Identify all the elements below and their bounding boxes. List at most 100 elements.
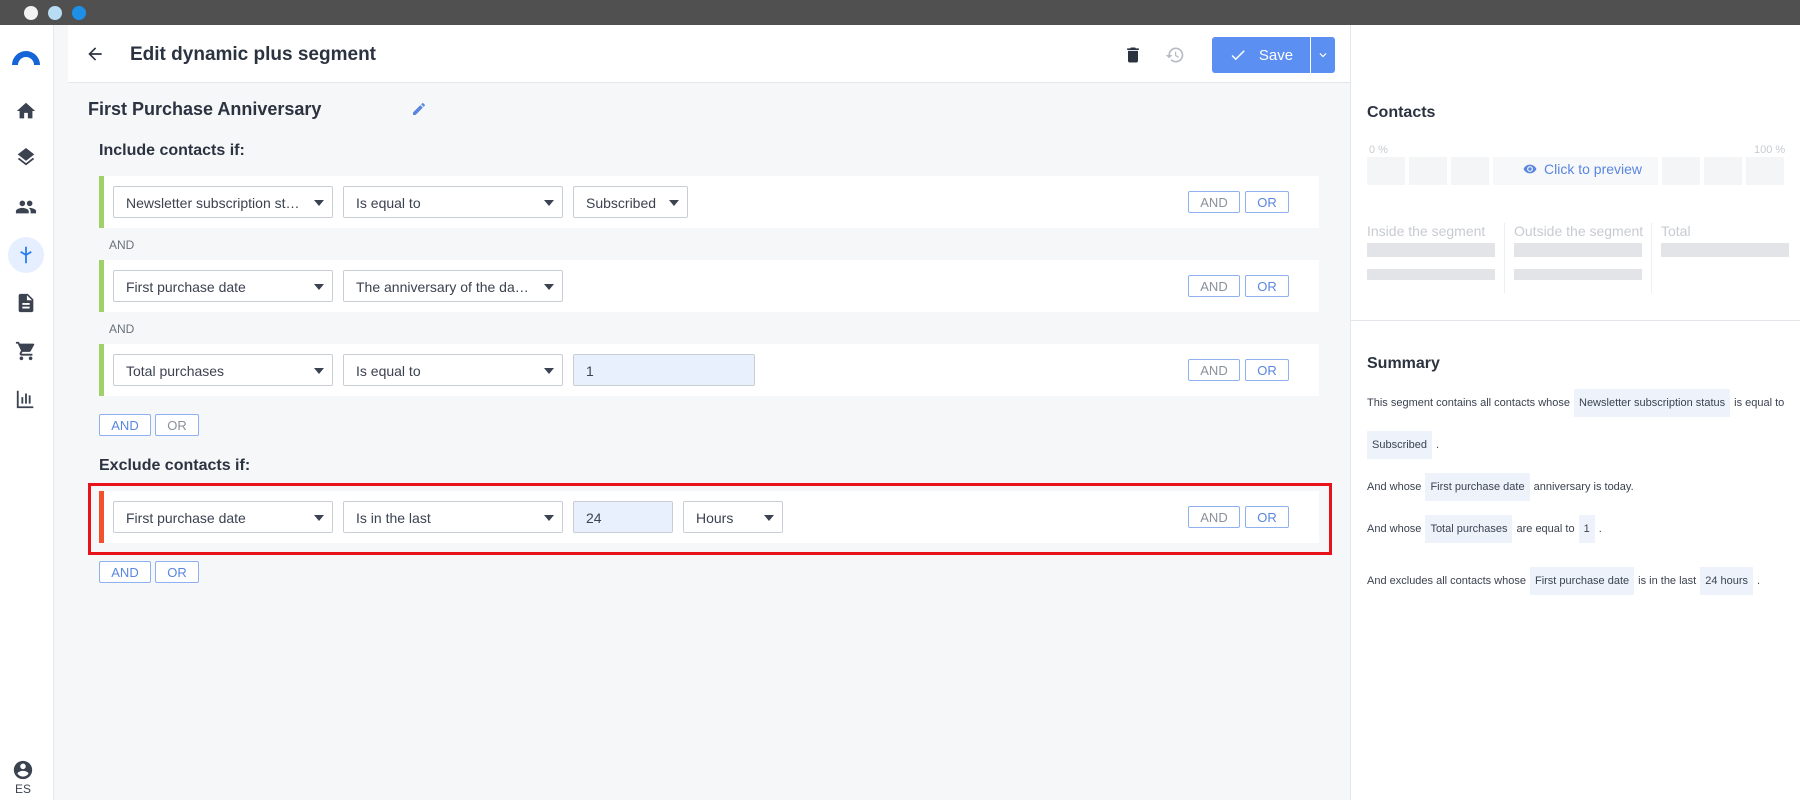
save-label: Save: [1258, 46, 1294, 64]
pencil-icon[interactable]: [408, 98, 430, 120]
summary-text: And whose: [1367, 523, 1422, 535]
summary-chip: 1: [1578, 515, 1595, 543]
save-button[interactable]: Save: [1212, 37, 1310, 73]
summary-text: And whose: [1367, 481, 1422, 493]
caret-down-icon: [544, 368, 554, 374]
divider: [1651, 223, 1652, 293]
summary-chip: Total purchases: [1425, 515, 1513, 543]
field-value: Newsletter subscription status: [126, 195, 312, 211]
summary-line: And whose Total purchases are equal to 1…: [1367, 515, 1602, 543]
click-to-preview-link[interactable]: Click to preview: [1523, 161, 1642, 177]
distribution-bar-cell: [1662, 157, 1700, 185]
and-joiner: AND: [109, 238, 135, 252]
value-select[interactable]: Subscribed: [573, 186, 688, 218]
right-panel: Contacts 0 % 100 % Click to preview Insi…: [1350, 25, 1800, 800]
exclude-section-title: Exclude contacts if:: [99, 457, 251, 474]
window-close-dot[interactable]: [24, 6, 38, 20]
summary-line: And whose First purchase date anniversar…: [1367, 473, 1634, 501]
history-icon[interactable]: [1162, 42, 1188, 68]
field-value: First purchase date: [126, 279, 246, 295]
field-select[interactable]: First purchase date: [113, 270, 333, 302]
caret-down-icon: [544, 200, 554, 206]
operator-select[interactable]: Is equal to: [343, 354, 563, 386]
total-label: Total: [1661, 223, 1691, 239]
include-condition-row: Newsletter subscription status Is equal …: [99, 176, 1319, 228]
value-input[interactable]: 1: [573, 354, 755, 386]
distribution-bar-cell: [1704, 157, 1742, 185]
logo-icon[interactable]: [8, 43, 44, 67]
back-arrow-icon[interactable]: [82, 41, 108, 67]
summary-text: is equal to: [1734, 397, 1785, 409]
summary-chip: First purchase date: [1425, 473, 1530, 501]
include-or-button[interactable]: OR: [155, 414, 199, 436]
operator-select[interactable]: The anniversary of the date ...: [343, 270, 563, 302]
summary-title: Summary: [1367, 355, 1440, 372]
loading-skeleton: [1514, 243, 1642, 257]
or-button[interactable]: OR: [1245, 275, 1289, 297]
contacts-icon[interactable]: [8, 189, 44, 225]
summary-text: .: [1757, 575, 1761, 587]
check-icon: [1231, 50, 1245, 61]
save-options-dropdown[interactable]: [1311, 37, 1335, 73]
page-title: Edit dynamic plus segment: [130, 44, 376, 65]
field-value: Total purchases: [126, 363, 225, 379]
include-condition-row: Total purchases Is equal to 1 AND OR: [99, 344, 1319, 396]
segment-editor: First Purchase Anniversary Include conta…: [68, 84, 1350, 800]
caret-down-icon: [314, 284, 324, 290]
distribution-bar-cell: [1451, 157, 1489, 185]
summary-chip: Subscribed: [1367, 431, 1433, 459]
operator-value: Is equal to: [356, 195, 421, 211]
eye-icon: [1523, 164, 1537, 174]
operator-value: The anniversary of the date ...: [356, 279, 542, 295]
or-button[interactable]: OR: [1245, 191, 1289, 213]
caret-down-icon: [544, 284, 554, 290]
field-select[interactable]: Total purchases: [113, 354, 333, 386]
operator-select[interactable]: Is equal to: [343, 186, 563, 218]
inside-segment-label: Inside the segment: [1367, 223, 1486, 239]
distribution-bar-cell: [1367, 157, 1405, 185]
pct-max-label: 100 %: [1754, 144, 1786, 156]
divider: [1504, 223, 1505, 293]
include-and-button[interactable]: AND: [99, 414, 151, 436]
layers-icon[interactable]: [8, 141, 44, 177]
document-icon[interactable]: [8, 285, 44, 321]
caret-down-icon: [314, 368, 324, 374]
window-minimize-dot[interactable]: [48, 6, 62, 20]
exclude-or-button[interactable]: OR: [155, 561, 199, 583]
summary-text: are equal to: [1516, 523, 1575, 535]
language-label[interactable]: ES: [0, 782, 46, 796]
operator-value: Is equal to: [356, 363, 421, 379]
summary-line: This segment contains all contacts whose…: [1367, 389, 1784, 417]
summary-text: anniversary is today.: [1533, 481, 1634, 493]
loading-skeleton: [1367, 243, 1495, 257]
pct-min-label: 0 %: [1369, 144, 1388, 156]
loading-skeleton: [1661, 243, 1789, 257]
exclude-and-button[interactable]: AND: [99, 561, 151, 583]
and-button[interactable]: AND: [1188, 275, 1240, 297]
window-maximize-dot[interactable]: [72, 6, 86, 20]
caret-down-icon: [669, 200, 679, 206]
field-select[interactable]: Newsletter subscription status: [113, 186, 333, 218]
include-section-title: Include contacts if:: [99, 142, 245, 159]
chevron-down-icon: [1319, 53, 1327, 58]
and-button[interactable]: AND: [1188, 359, 1240, 381]
segment-name: First Purchase Anniversary: [88, 99, 322, 119]
summary-chip: Newsletter subscription status: [1574, 389, 1731, 417]
and-button[interactable]: AND: [1188, 191, 1240, 213]
summary-line: Subscribed .: [1367, 431, 1439, 459]
reports-icon[interactable]: [8, 381, 44, 417]
summary-text: This segment contains all contacts whose: [1367, 397, 1570, 409]
outside-segment-label: Outside the segment: [1514, 223, 1644, 239]
cart-icon[interactable]: [8, 333, 44, 369]
or-button[interactable]: OR: [1245, 359, 1289, 381]
segments-icon[interactable]: [8, 237, 44, 273]
loading-skeleton: [1367, 269, 1495, 280]
home-icon[interactable]: [8, 93, 44, 129]
summary-text: .: [1598, 523, 1602, 535]
preview-label: Click to preview: [1544, 161, 1643, 177]
caret-down-icon: [314, 200, 324, 206]
summary-chip: 24 hours: [1700, 567, 1754, 595]
summary-text: .: [1436, 439, 1440, 451]
contacts-title: Contacts: [1367, 104, 1436, 121]
trash-icon[interactable]: [1120, 42, 1146, 68]
